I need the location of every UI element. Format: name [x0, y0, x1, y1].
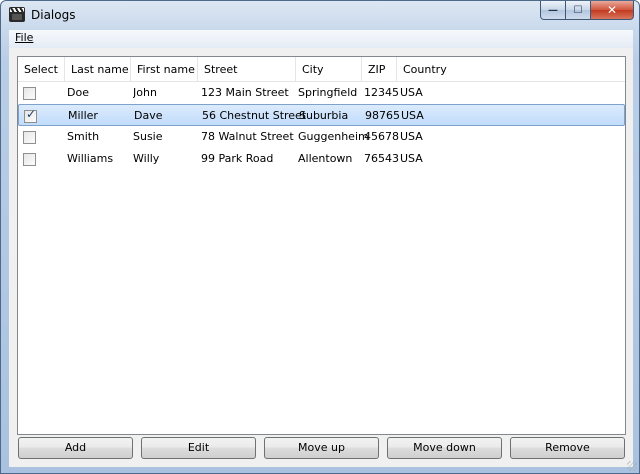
column-header-select[interactable]: Select [18, 57, 65, 82]
cell-street: 123 Main Street [201, 86, 289, 99]
column-header-country[interactable]: Country [397, 57, 625, 82]
cell-first-name: John [133, 86, 157, 99]
checkbox-icon[interactable] [24, 107, 37, 123]
table-row[interactable]: Smith Susie 78 Walnut Street Guggenheim … [18, 126, 625, 148]
cell-zip: 98765 [365, 109, 400, 122]
close-button[interactable]: ✕ [591, 1, 634, 20]
table-row[interactable]: Williams Willy 99 Park Road Allentown 76… [18, 148, 625, 170]
add-button[interactable]: Add [18, 437, 133, 459]
cell-first-name: Susie [133, 130, 163, 143]
cell-zip: 45678 [364, 130, 399, 143]
dialogs-window: Dialogs — ☐ ✕ File Select Last name Firs… [0, 0, 640, 474]
cell-city: Suburbia [299, 109, 349, 122]
column-header-zip[interactable]: ZIP [362, 57, 397, 82]
column-header-street[interactable]: Street [198, 57, 296, 82]
cell-city: Allentown [298, 152, 353, 165]
close-icon: ✕ [606, 3, 618, 17]
cell-zip: 76543 [364, 152, 399, 165]
cell-last-name: Miller [68, 109, 98, 122]
client-area: Select Last name First name Street City … [9, 48, 633, 467]
maximize-button[interactable]: ☐ [566, 1, 591, 20]
resize-grip-icon[interactable] [627, 461, 637, 471]
edit-button[interactable]: Edit [141, 437, 256, 459]
column-header-first-name[interactable]: First name [131, 57, 198, 82]
cell-country: USA [400, 152, 423, 165]
cell-first-name: Dave [134, 109, 163, 122]
move-down-button[interactable]: Move down [387, 437, 502, 459]
checkbox-icon[interactable] [23, 131, 36, 144]
cell-country: USA [401, 109, 424, 122]
maximize-icon: ☐ [573, 4, 583, 16]
checkbox-icon[interactable] [23, 153, 36, 166]
caption-buttons: — ☐ ✕ [540, 1, 634, 20]
cell-city: Springfield [298, 86, 358, 99]
remove-button[interactable]: Remove [510, 437, 625, 459]
cell-country: USA [400, 86, 423, 99]
cell-street: 78 Walnut Street [201, 130, 294, 143]
cell-street: 56 Chestnut Street [202, 109, 307, 122]
cell-last-name: Williams [67, 152, 114, 165]
address-list[interactable]: Select Last name First name Street City … [17, 56, 626, 435]
column-header-city[interactable]: City [296, 57, 362, 82]
column-header-last-name[interactable]: Last name [65, 57, 131, 82]
list-header: Select Last name First name Street City … [18, 57, 625, 82]
clapperboard-icon[interactable] [9, 7, 25, 22]
checkbox-icon[interactable] [23, 87, 36, 100]
menu-file[interactable]: File [15, 31, 33, 44]
cell-country: USA [400, 130, 423, 143]
move-up-button[interactable]: Move up [264, 437, 379, 459]
cell-zip: 12345 [364, 86, 399, 99]
cell-street: 99 Park Road [201, 152, 274, 165]
window-title: Dialogs [31, 8, 76, 22]
cell-last-name: Smith [67, 130, 100, 143]
cell-last-name: Doe [67, 86, 89, 99]
cell-city: Guggenheim [298, 130, 369, 143]
title-bar[interactable]: Dialogs — ☐ ✕ [1, 1, 639, 29]
minimize-button[interactable]: — [540, 1, 566, 20]
menu-bar: File [9, 30, 633, 48]
minimize-icon: — [548, 4, 558, 16]
table-row[interactable]: Miller Dave 56 Chestnut Street Suburbia … [18, 104, 625, 126]
cell-first-name: Willy [133, 152, 160, 165]
table-row[interactable]: Doe John 123 Main Street Springfield 123… [18, 82, 625, 104]
button-bar: Add Edit Move up Move down Remove [18, 437, 625, 459]
